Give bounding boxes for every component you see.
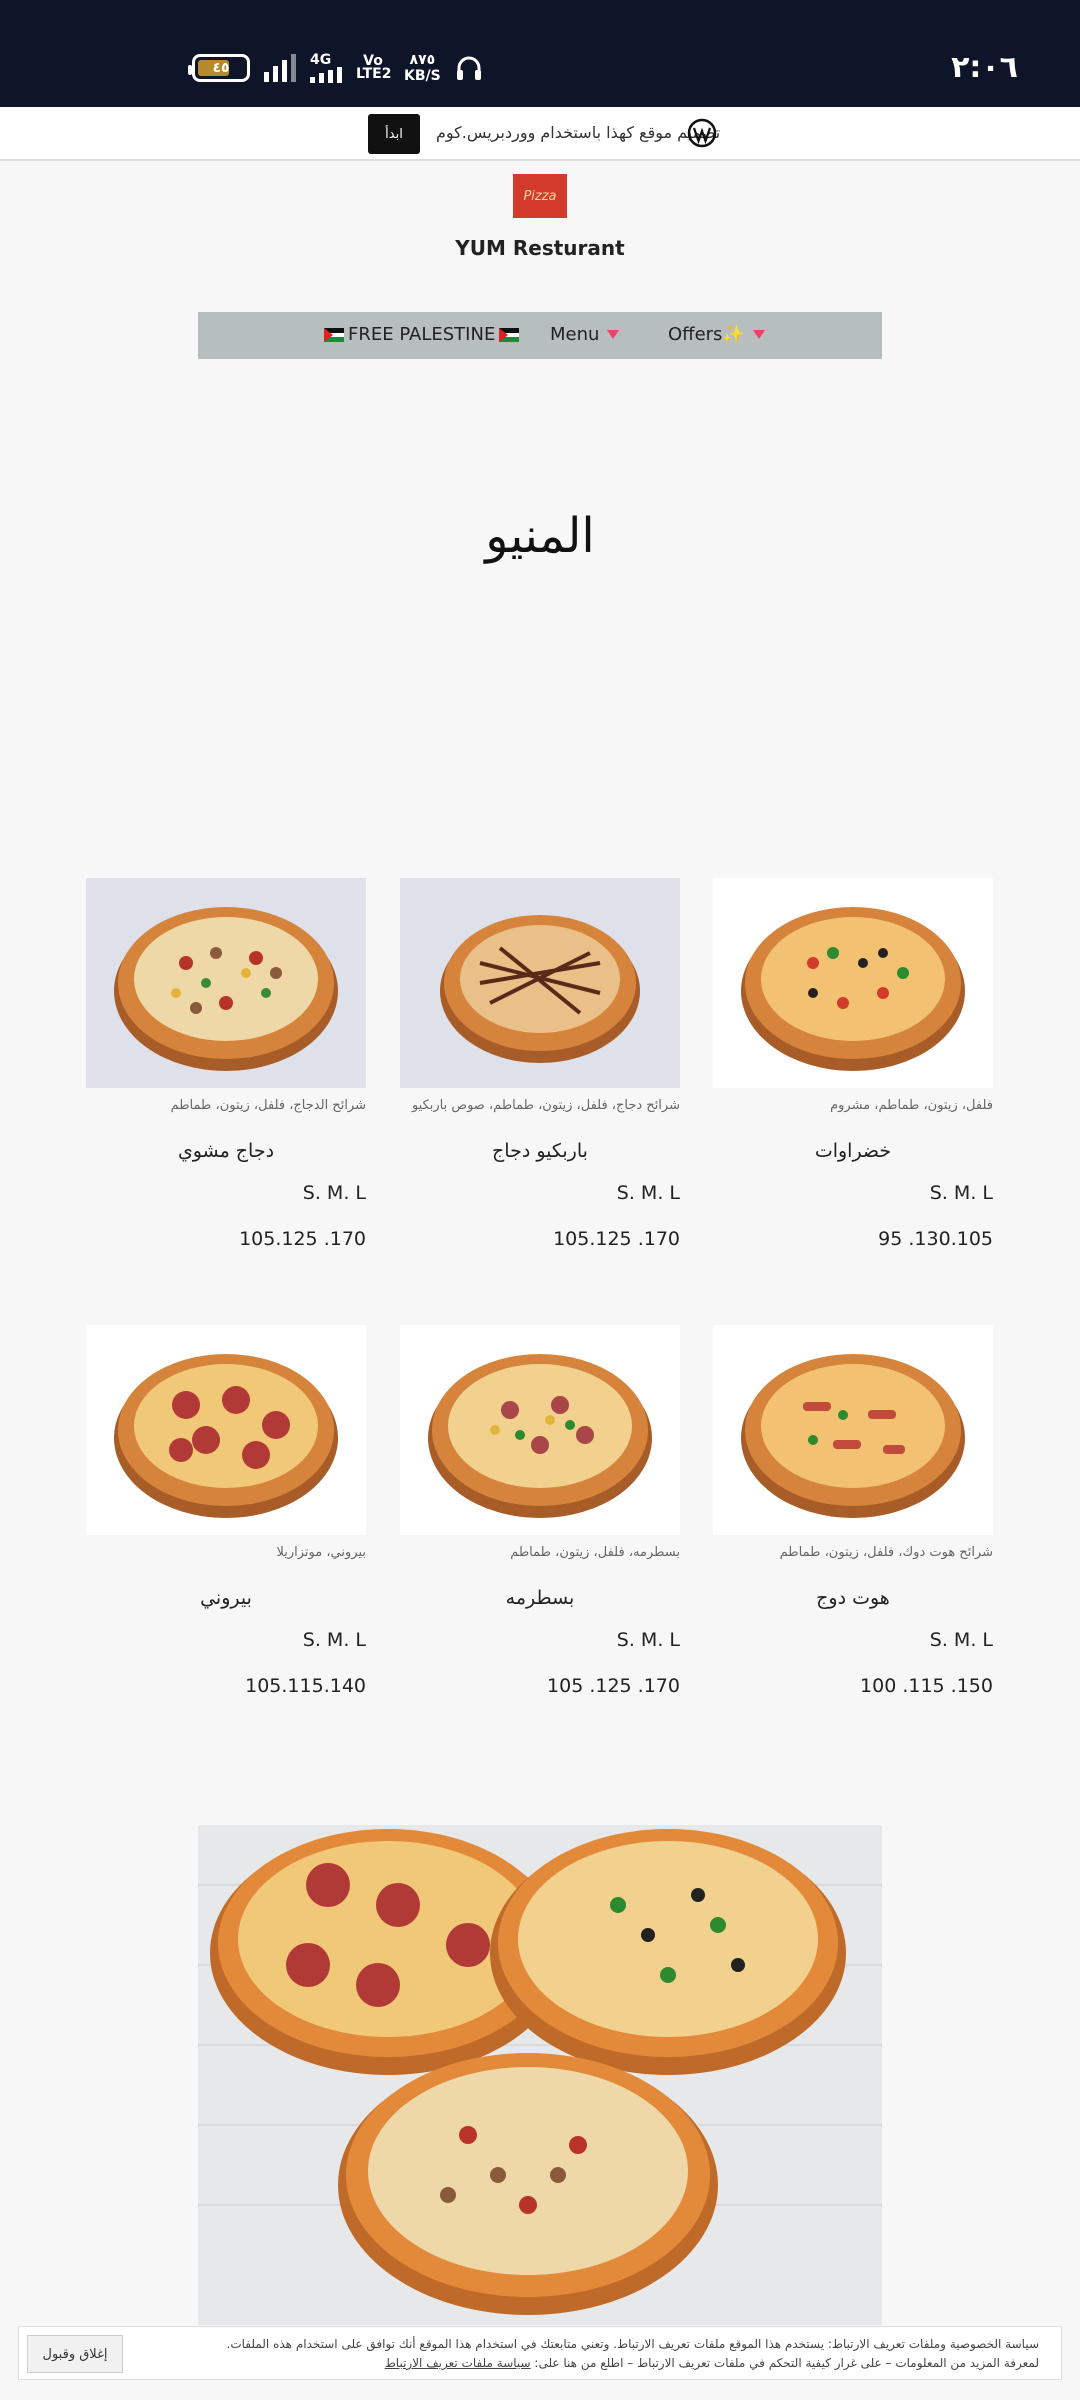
cookie-policy-link[interactable]: سياسة ملفات تعريف الارتباط bbox=[385, 2356, 531, 2370]
cookie-line-2-text: لمعرفة المزيد من المعلومات – على غرار كي… bbox=[534, 2356, 1039, 2370]
menu-item-description: بسطرمه، فلفل، زيتون، طماطم bbox=[510, 1545, 680, 1560]
net-speed: ٨٧٥ KB/S bbox=[404, 52, 441, 84]
net-speed-value: ٨٧٥ bbox=[409, 52, 436, 68]
menu-item-name: دجاج مشوي bbox=[177, 1140, 275, 1162]
net-speed-unit: KB/S bbox=[404, 68, 441, 84]
menu-item-name: باربكيو دجاج bbox=[492, 1140, 588, 1162]
menu-card: شرائح دجاج، فلفل، زيتون، طماطم، صوص بارب… bbox=[400, 878, 680, 1250]
menu-item-description: فلفل، زيتون، طماطم، مشروم bbox=[830, 1098, 993, 1113]
page-title: المنيو bbox=[485, 508, 595, 564]
menu-item-description: شرائح هوت دوك، فلفل، زيتون، طماطم bbox=[779, 1545, 993, 1560]
menu-item-prices: 105.125 .170 bbox=[239, 1228, 366, 1250]
palestine-flag-icon bbox=[324, 327, 344, 342]
menu-item-prices: 100 .115 .150 bbox=[860, 1675, 993, 1697]
menu-card: بيروني، موتزاريلا بيروني S. M. L 105.115… bbox=[86, 1325, 366, 1697]
pizza-image bbox=[713, 878, 993, 1088]
accept-cookies-button[interactable]: إغلاق وقبول bbox=[27, 2335, 123, 2373]
status-icons: ٤٥ 4G Vo LTE2 ٨٧٥ KB/S bbox=[188, 51, 483, 84]
menu-item-sizes: S. M. L bbox=[929, 1182, 993, 1204]
status-bar: ٤٥ 4G Vo LTE2 ٨٧٥ KB/S ٢:٠٦ bbox=[0, 0, 1080, 107]
network-indicator: 4G bbox=[310, 51, 342, 83]
battery-icon: ٤٥ bbox=[188, 54, 250, 82]
battery-level: ٤٥ bbox=[212, 60, 230, 76]
network-type: 4G bbox=[310, 51, 332, 68]
menu-item-prices: 95 .130.105 bbox=[878, 1228, 993, 1250]
menu-item-prices: 105.125 .170 bbox=[553, 1228, 680, 1250]
main-nav: FREE PALESTINE Menu Offers✨ bbox=[198, 312, 882, 359]
nav-item-menu[interactable]: Menu bbox=[550, 324, 620, 345]
pizza-image bbox=[86, 1325, 366, 1535]
menu-item-name: بيروني bbox=[200, 1587, 252, 1609]
menu-item-description: بيروني، موتزاريلا bbox=[276, 1545, 366, 1560]
menu-card: بسطرمه، فلفل، زيتون، طماطم بسطرمه S. M. … bbox=[400, 1325, 680, 1697]
menu-item-sizes: S. M. L bbox=[616, 1182, 680, 1204]
volte-indicator: Vo LTE2 bbox=[356, 53, 392, 82]
signal-bars-icon bbox=[264, 54, 296, 82]
menu-item-description: شرائح الدجاج، فلفل، زيتون، طماطم bbox=[170, 1098, 366, 1113]
headphones-icon bbox=[456, 56, 481, 80]
cookie-text: سياسة الخصوصية وملفات تعريف الارتباط: يس… bbox=[179, 2335, 1039, 2373]
menu-item-sizes: S. M. L bbox=[616, 1629, 680, 1651]
nav-item-label: FREE PALESTINE bbox=[348, 324, 496, 345]
site-logo[interactable]: Pizza bbox=[513, 174, 567, 218]
pizza-image bbox=[400, 878, 680, 1088]
site-title[interactable]: YUM Resturant bbox=[0, 236, 1080, 260]
start-button[interactable]: ابدأ bbox=[368, 114, 420, 154]
cookie-line-1: سياسة الخصوصية وملفات تعريف الارتباط: يس… bbox=[226, 2337, 1039, 2351]
nav-item-label: Offers✨ bbox=[668, 324, 745, 345]
nav-item-free-palestine[interactable]: FREE PALESTINE bbox=[324, 324, 520, 345]
cookie-notice: إغلاق وقبول سياسة الخصوصية وملفات تعريف … bbox=[18, 2326, 1062, 2380]
cookie-line-2: لمعرفة المزيد من المعلومات – على غرار كي… bbox=[179, 2354, 1039, 2373]
wp-promo-banner: ابدأ تصميم موقع كهذا باستخدام ووردبريس.ك… bbox=[0, 107, 1080, 161]
menu-card: فلفل، زيتون، طماطم، مشروم خضراوات S. M. … bbox=[713, 878, 993, 1250]
wp-banner-text[interactable]: تصميم موقع كهذا باستخدام ووردبريس.كوم bbox=[436, 123, 720, 142]
nav-item-label: Menu bbox=[550, 324, 600, 345]
signal-bars-2-icon bbox=[310, 66, 342, 83]
menu-card: شرائح هوت دوك، فلفل، زيتون، طماطم هوت دو… bbox=[713, 1325, 993, 1697]
nav-item-offers[interactable]: Offers✨ bbox=[668, 324, 765, 345]
menu-item-name: خضراوات bbox=[814, 1140, 892, 1162]
chevron-down-icon bbox=[607, 330, 620, 339]
menu-item-name: بسطرمه bbox=[505, 1587, 575, 1609]
palestine-flag-icon bbox=[499, 327, 520, 342]
chevron-down-icon bbox=[752, 330, 765, 339]
menu-item-prices: 105.115.140 bbox=[245, 1675, 366, 1697]
menu-item-sizes: S. M. L bbox=[929, 1629, 993, 1651]
pizza-image bbox=[400, 1325, 680, 1535]
clock: ٢:٠٦ bbox=[951, 50, 1018, 85]
menu-item-sizes: S. M. L bbox=[302, 1182, 366, 1204]
menu-card: شرائح الدجاج، فلفل، زيتون، طماطم دجاج مش… bbox=[86, 878, 366, 1250]
menu-item-prices: 105 .125 .170 bbox=[547, 1675, 680, 1697]
menu-item-name: هوت دوج bbox=[816, 1587, 890, 1609]
pizza-image bbox=[713, 1325, 993, 1535]
wordpress-icon[interactable] bbox=[687, 118, 717, 148]
pizza-hero-image bbox=[198, 1825, 882, 2325]
menu-item-description: شرائح دجاج، فلفل، زيتون، طماطم، صوص بارب… bbox=[411, 1098, 680, 1113]
pizza-image bbox=[86, 878, 366, 1088]
menu-item-sizes: S. M. L bbox=[302, 1629, 366, 1651]
